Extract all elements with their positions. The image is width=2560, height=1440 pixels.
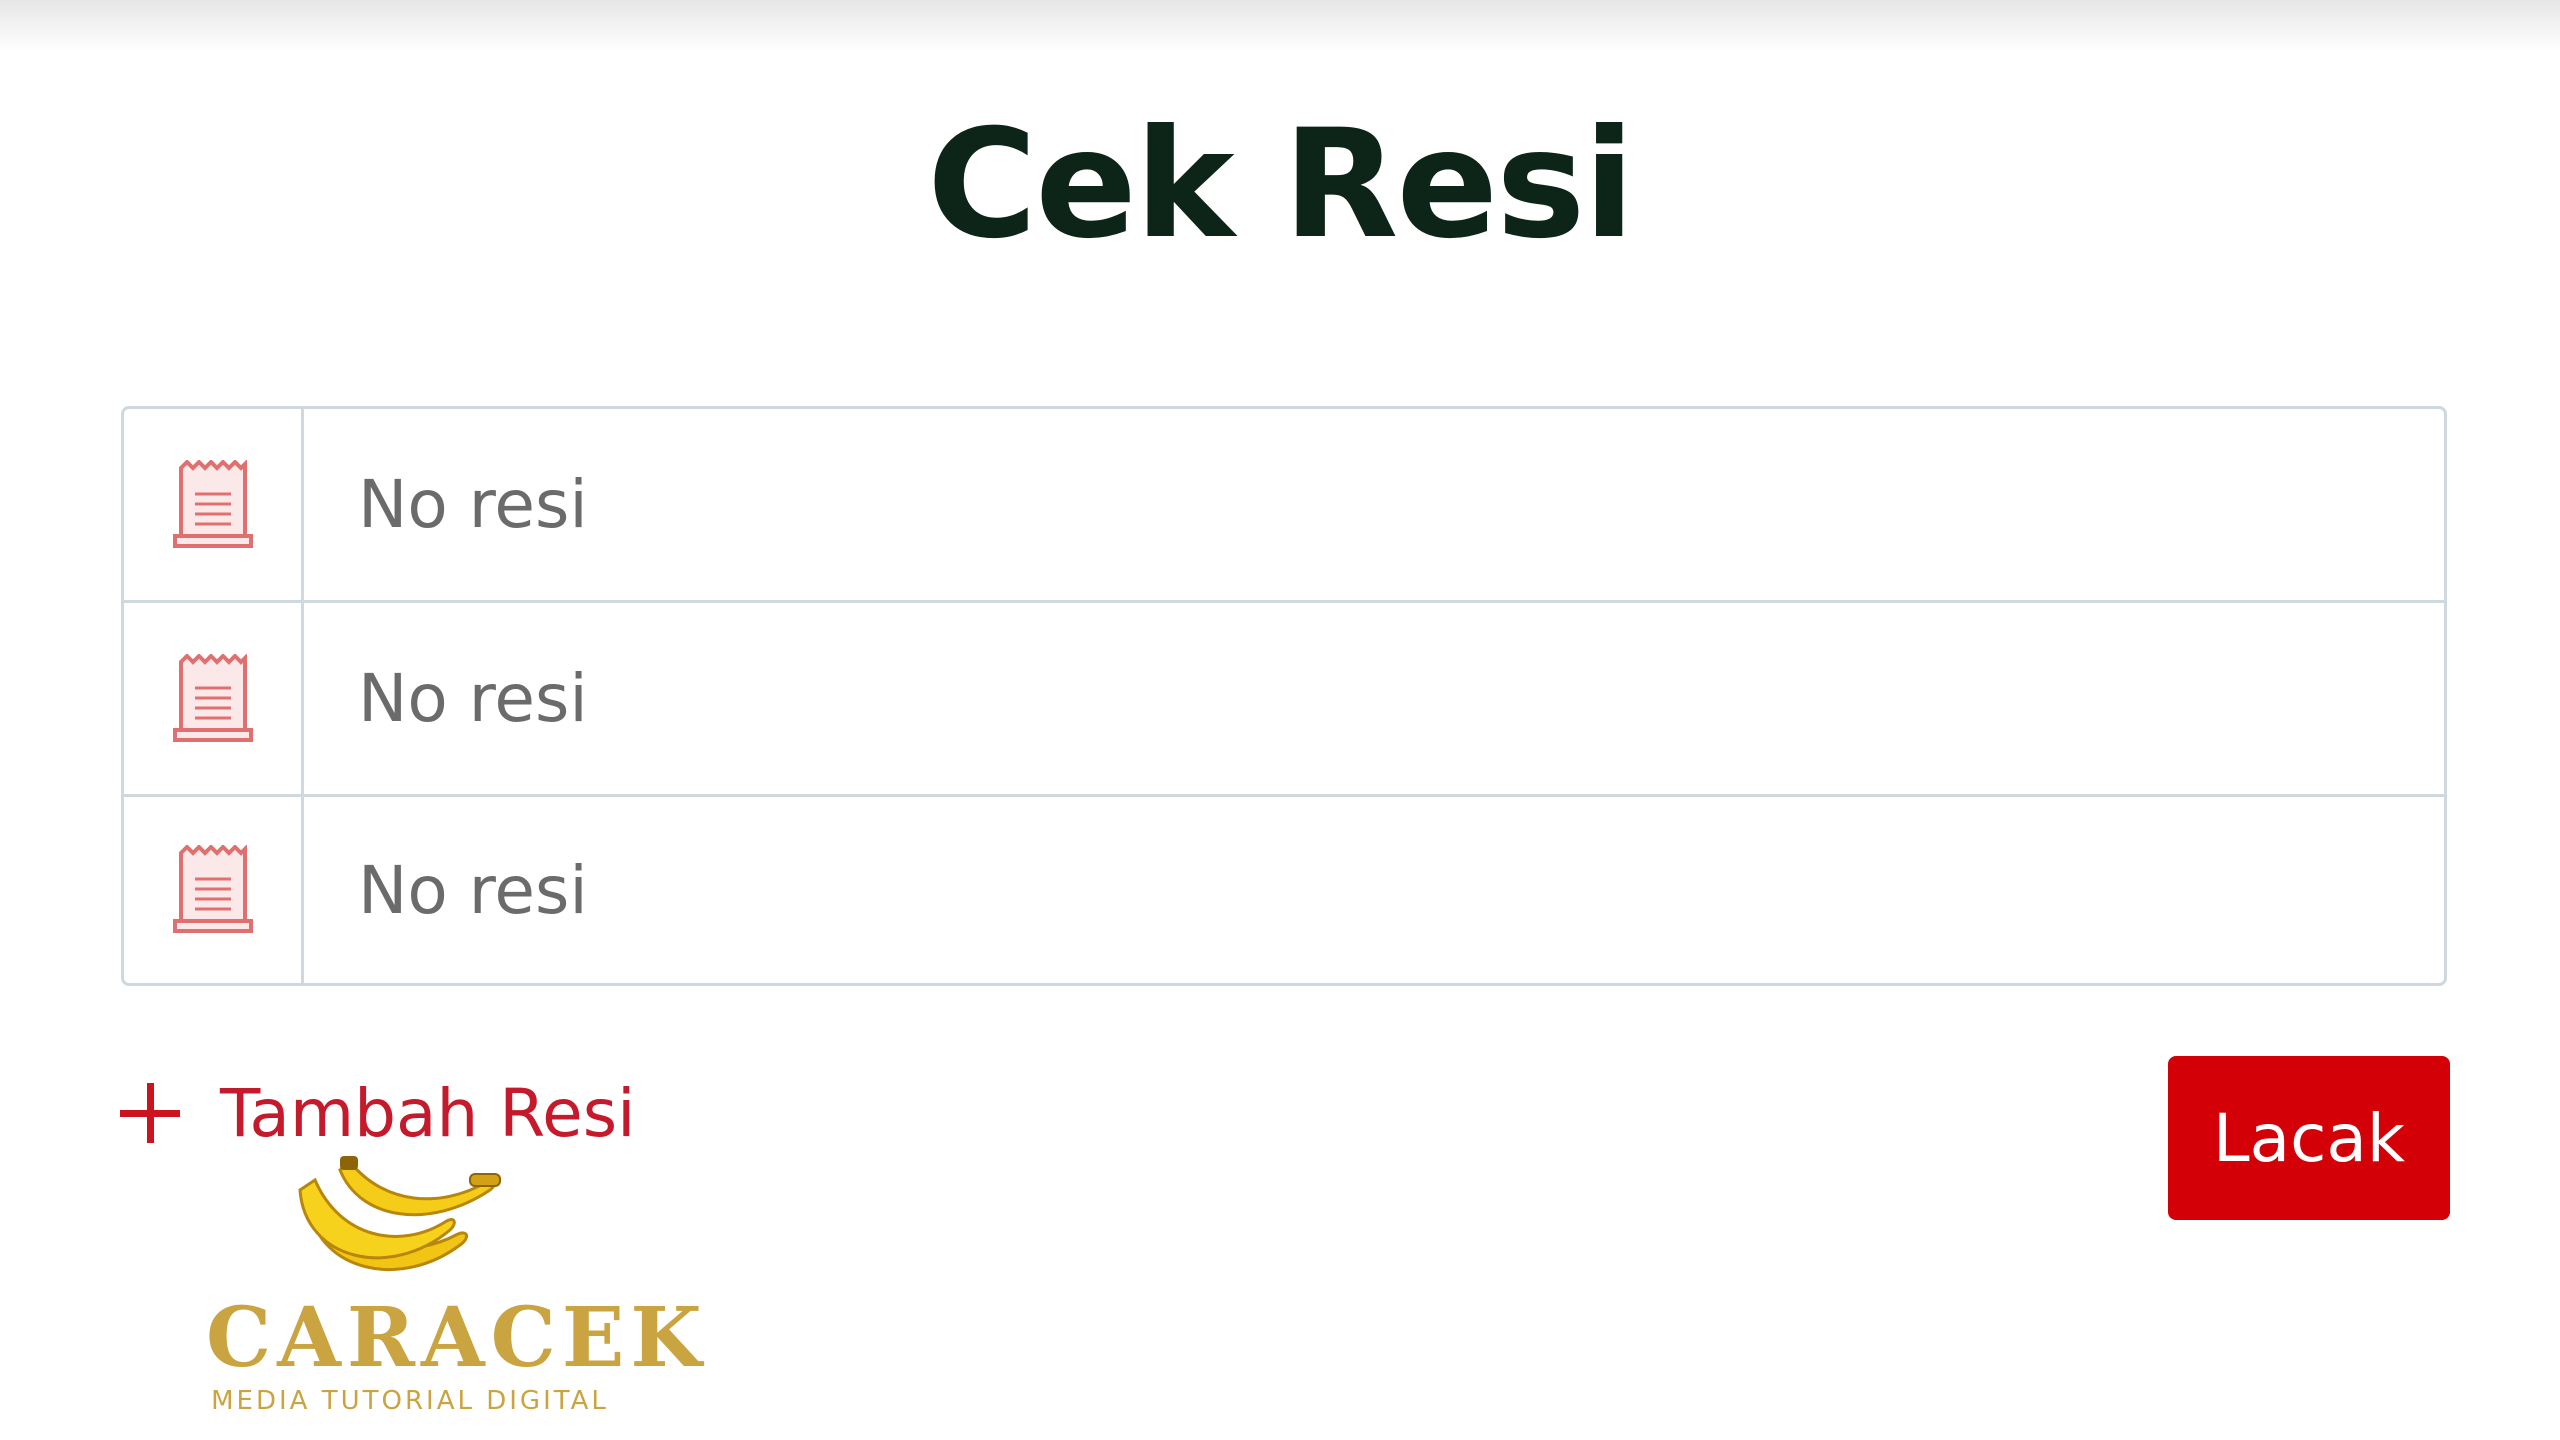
receipt-icon	[172, 845, 253, 933]
top-shadow	[0, 0, 2560, 52]
resi-input-1[interactable]	[304, 409, 2444, 600]
receipt-addon	[124, 797, 304, 983]
resi-row	[124, 409, 2444, 603]
resi-input-group	[121, 406, 2447, 986]
watermark-logo: CARACEK MEDIA TUTORIAL DIGITAL	[200, 1150, 708, 1420]
receipt-addon	[124, 603, 304, 794]
receipt-icon	[172, 653, 253, 742]
add-resi-label: Tambah Resi	[220, 1074, 636, 1152]
banana-logo-icon	[298, 1156, 501, 1271]
track-button[interactable]: Lacak	[2168, 1056, 2450, 1220]
resi-input-3[interactable]	[304, 797, 2444, 983]
page-title: Cek Resi	[927, 98, 1635, 272]
watermark-name: CARACEK	[206, 1290, 708, 1386]
watermark-tagline: MEDIA TUTORIAL DIGITAL	[211, 1386, 609, 1416]
resi-row	[124, 797, 2444, 983]
add-resi-link[interactable]: Tambah Resi	[120, 1068, 636, 1158]
plus-icon	[120, 1083, 180, 1143]
receipt-addon	[124, 409, 304, 600]
resi-row	[124, 603, 2444, 797]
resi-input-2[interactable]	[304, 603, 2444, 794]
receipt-icon	[172, 459, 253, 548]
